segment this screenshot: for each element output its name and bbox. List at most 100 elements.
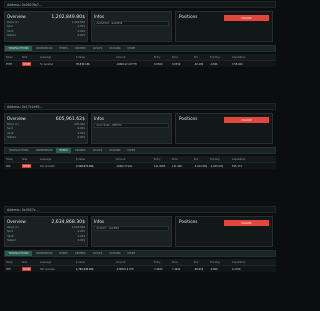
tab-perps[interactable]: PERPS xyxy=(56,46,71,51)
overview-line-value: 0.00$ xyxy=(77,29,85,33)
column-header: Funding xyxy=(210,55,220,59)
column-header: Token xyxy=(6,260,13,264)
tab-transactions[interactable]: TRANSACTIONS xyxy=(5,46,33,51)
infos-panel: Infos 0x17c2e95...0fff07f9 xyxy=(91,113,172,144)
overview-value: 2,634,868.30$ xyxy=(51,220,85,225)
amount-cell: -1960117.4 PYTH xyxy=(116,62,137,66)
overview-line-label: Perps (1) xyxy=(7,123,19,127)
price-cell: 0.0359 xyxy=(172,62,181,66)
tab-transactions[interactable]: TRANSACTIONS xyxy=(5,251,33,256)
tab-transactions[interactable]: TRANSACTIONS xyxy=(5,148,32,153)
column-header: Side xyxy=(22,260,28,264)
funding-cell: -1,050.00$ xyxy=(210,164,224,168)
follow-button[interactable]: FOLLOW xyxy=(224,15,269,21)
follow-button[interactable]: FOLLOW xyxy=(224,117,269,123)
column-header: Amount xyxy=(116,157,126,161)
value-cell: 2,326,071.00$ xyxy=(76,164,94,168)
tab-orderbook[interactable]: ORDERBOOK xyxy=(32,46,56,51)
infos-address-field[interactable]: 0x17c2e95...0fff07f9 xyxy=(94,123,169,128)
pnl-cell: -5,412.06$ xyxy=(194,164,208,168)
column-header: PnL xyxy=(194,157,199,161)
price-cell: 141.990 xyxy=(172,164,182,168)
infos-address-field[interactable]: 0x0823fa7...0e20848 xyxy=(94,21,169,26)
amount-cell: -16607.0 SOL xyxy=(116,164,133,168)
liquidation-cell: 9.2180 xyxy=(232,267,241,271)
tab-more[interactable]: MORE xyxy=(124,46,139,51)
infos-panel: Infos 0x4927c...0x28f83 xyxy=(91,216,172,247)
column-header: PnL xyxy=(194,55,199,59)
overview-value: 1,202,849.80$ xyxy=(51,15,85,20)
infos-title: Infos xyxy=(94,14,105,19)
wallet-card-2: Address: 0x17c2e95... Overview 605,961.62… xyxy=(4,103,276,169)
column-header: Liquidation xyxy=(232,55,246,59)
tab-more[interactable]: MORE xyxy=(124,148,139,153)
overview-line-label: Staked xyxy=(7,135,16,139)
follow-button[interactable]: FOLLOW xyxy=(224,220,269,226)
token-cell: HYP xyxy=(6,267,11,271)
overview-line-value: 1,202,849 xyxy=(71,21,85,25)
column-header: Funding xyxy=(210,157,220,161)
positions-panel: Positions FOLLOW xyxy=(175,11,273,42)
tab-vaults[interactable]: VAULTS xyxy=(89,148,106,153)
tab-vaults[interactable]: VAULTS xyxy=(89,46,106,51)
tab-orders[interactable]: ORDERS xyxy=(71,46,89,51)
column-header: Token xyxy=(6,55,13,59)
tab-bar: TRANSACTIONS ORDERBOOK PERPS ORDERS VAUL… xyxy=(4,45,276,52)
overview-line-value: 0.00$ xyxy=(77,234,85,238)
overview-line-value: 0.00$ xyxy=(77,33,85,37)
column-header: Leverage xyxy=(40,55,52,59)
table-row[interactable]: HYP SHORT 50x Isolated 1,790,536.00$ -23… xyxy=(4,265,276,272)
column-header: Price xyxy=(172,55,178,59)
overview-line-label: Spot xyxy=(7,230,13,234)
side-badge: SHORT xyxy=(22,164,31,168)
address-bar: Address: 0x4927c... xyxy=(4,206,276,213)
overview-line-label: Perps (1) xyxy=(7,226,19,230)
column-header: Entry xyxy=(154,157,161,161)
table-row[interactable]: SOL SHORT 10x Isolated 2,326,071.00$ -16… xyxy=(4,162,276,169)
address-text: Address: 0x17c2e95... xyxy=(7,104,43,109)
funding-cell: -0.84$ xyxy=(210,62,218,66)
overview-line-label: Vault xyxy=(7,131,14,135)
column-header: Leverage xyxy=(40,260,52,264)
column-header: Liquidation xyxy=(232,260,246,264)
value-cell: 70,531.13$ xyxy=(76,62,90,66)
column-header: Side xyxy=(22,55,28,59)
tab-vaults[interactable]: VAULTS xyxy=(89,251,106,256)
side-badge: SHORT xyxy=(22,267,31,271)
overview-line-label: Staked xyxy=(7,33,16,37)
overview-panel: Overview 2,634,868.30$ Perps (1) 2,634,868… xyxy=(4,216,88,247)
amount-cell: -239801.6 HYP xyxy=(116,267,134,271)
column-header: $ Value xyxy=(76,55,85,59)
positions-panel: Positions FOLLOW xyxy=(175,113,273,144)
overview-line-label: Vault xyxy=(7,29,14,33)
overview-panel: Overview 1,202,849.80$ Perps (1) 1,202,849… xyxy=(4,11,88,42)
liquidation-cell: 3.58.000 xyxy=(232,62,243,66)
tab-staking[interactable]: STAKING xyxy=(106,251,124,256)
address-bar: Address: 0x0823fa7... xyxy=(4,1,276,8)
infos-address-field[interactable]: 0x4927c...0x28f83 xyxy=(94,226,169,231)
tab-staking[interactable]: STAKING xyxy=(106,148,124,153)
tab-orders[interactable]: ORDERS xyxy=(71,251,89,256)
tab-orders[interactable]: ORDERS xyxy=(71,148,89,153)
tab-staking[interactable]: STAKING xyxy=(106,46,124,51)
overview-panel: Overview 605,961.62$ Perps (1) 605,961 Spo… xyxy=(4,113,88,144)
side-badge: SHORT xyxy=(22,62,31,66)
column-header: Funding xyxy=(210,260,220,264)
overview-label: Overview xyxy=(7,14,26,19)
overview-line-label: Spot xyxy=(7,127,13,131)
tab-more[interactable]: MORE xyxy=(124,251,139,256)
leverage-cell: 50x Isolated xyxy=(40,267,55,271)
table-row[interactable]: PYTH SHORT 5x Isolated 70,531.13$ -19601… xyxy=(4,60,276,67)
tab-perps[interactable]: PERPS xyxy=(56,251,71,256)
overview-label: Overview xyxy=(7,219,26,224)
overview-line-value: 0.00$ xyxy=(77,131,85,135)
tab-perps[interactable]: PERPS xyxy=(56,148,72,153)
infos-title: Infos xyxy=(94,116,105,121)
tab-orderbook[interactable]: ORDERBOOK xyxy=(32,148,56,153)
tab-orderbook[interactable]: ORDERBOOK xyxy=(32,251,56,256)
column-header: Token xyxy=(6,157,13,161)
column-header: Entry xyxy=(154,260,161,264)
overview-line-value: 2,634,868 xyxy=(71,226,85,230)
overview-line-value: 0.00$ xyxy=(77,127,85,131)
page: Address: 0x0823fa7... Overview 1,202,849.… xyxy=(0,0,280,311)
